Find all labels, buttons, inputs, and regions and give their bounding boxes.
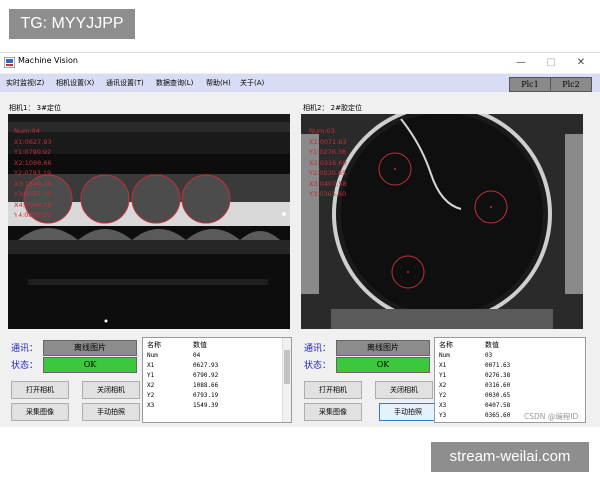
plc1-indicator[interactable]: Plc1 — [509, 77, 551, 92]
camera2-capture-button[interactable]: 采集图像 — [304, 403, 362, 421]
row-name: X1 — [439, 362, 447, 369]
camera2-open-button[interactable]: 打开相机 — [304, 381, 362, 399]
app-window: Machine Vision — □ ✕ 实时监视(Z) 相机设置(X) 通讯设… — [0, 52, 600, 427]
column-header-name: 名称 — [147, 341, 161, 349]
camera2-view: Num:03 X1:0071.63 Y1:0276.38 X2:0316.60 … — [301, 114, 583, 329]
column-header-value: 数值 — [193, 341, 207, 349]
row-name: Y2 — [147, 392, 155, 399]
row-value: 1088.66 — [193, 382, 219, 389]
camera1-table-scrollbar[interactable] — [282, 338, 291, 422]
camera2-close-button[interactable]: 关闭相机 — [375, 381, 433, 399]
camera1-close-button[interactable]: 关闭相机 — [82, 381, 140, 399]
row-value: 0365.60 — [485, 412, 511, 419]
row-name: Y3 — [439, 412, 447, 419]
overlay-line: X1:0627.93 — [14, 137, 52, 146]
scrollbar-thumb[interactable] — [284, 350, 290, 384]
menu-data-query[interactable]: 数据查询(L) — [156, 78, 193, 88]
row-value: 1549.39 — [193, 402, 219, 409]
camera1-capture-button[interactable]: 采集图像 — [11, 403, 69, 421]
overlay-line: Num:04 — [14, 127, 40, 135]
window-title: Machine Vision — [18, 56, 78, 65]
menu-camera-settings[interactable]: 相机设置(X) — [56, 78, 94, 88]
camera2-manual-shot-button[interactable]: 手动拍照 — [379, 403, 437, 421]
overlay-line: X2:0316.60 — [309, 158, 347, 167]
overlay-line: X3:1549.39 — [14, 179, 52, 188]
watermark-tag-top: TG: MYYJJPP — [9, 9, 135, 39]
overlay-line: Y4:0800.59 — [14, 211, 52, 219]
row-value: 0407.58 — [485, 402, 511, 409]
row-value: 0793.19 — [193, 392, 219, 399]
camera1-status-badge: OK — [43, 357, 137, 373]
overlay-line: Y2:0030.65 — [309, 169, 347, 177]
camera2-overlay: Num:03 X1:0071.63 Y1:0276.38 X2:0316.60 … — [309, 126, 347, 200]
overlay-line: Y1:0276.38 — [309, 148, 347, 156]
plc2-indicator[interactable]: Plc2 — [550, 77, 592, 92]
camera1-overlay: Num:04 X1:0627.93 Y1:0790.92 X2:1088.66 … — [14, 126, 52, 221]
camera2-comm-status: 离线图片 — [336, 340, 430, 356]
row-name: X2 — [147, 382, 155, 389]
row-value: 04 — [193, 352, 201, 359]
camera2-status-label: 状态： — [304, 361, 332, 371]
row-value: 0071.63 — [485, 362, 511, 369]
overlay-line: Y3:0795.39 — [14, 190, 52, 198]
camera1-comm-status: 离线图片 — [43, 340, 137, 356]
csdn-watermark: CSDN @编程ID — [524, 412, 579, 421]
row-name: Y2 — [439, 392, 447, 399]
overlay-line: X1:0071.63 — [309, 137, 347, 146]
camera1-view: Num:04 X1:0627.93 Y1:0790.92 X2:1088.66 … — [8, 114, 290, 329]
menu-bar: 实时监视(Z) 相机设置(X) 通讯设置(T) 数据查询(L) 帮助(H) 关于… — [0, 74, 600, 92]
overlay-line: X4:2008.19 — [14, 200, 52, 209]
row-value: 0790.92 — [193, 372, 219, 379]
overlay-line: Y1:0790.92 — [14, 148, 52, 156]
title-bar: Machine Vision — □ ✕ — [0, 53, 600, 73]
camera2-label: 相机2： 2#胶定位 — [303, 104, 362, 112]
menu-realtime-monitor[interactable]: 实时监视(Z) — [6, 78, 44, 88]
overlay-line: Y2:0793.19 — [14, 169, 52, 177]
menu-comm-settings[interactable]: 通讯设置(T) — [106, 78, 144, 88]
row-value: 0276.38 — [485, 372, 511, 379]
camera1-status-label: 状态： — [11, 361, 39, 371]
row-value: 0627.93 — [193, 362, 219, 369]
camera1-manual-shot-button[interactable]: 手动拍照 — [82, 403, 140, 421]
camera1-comm-label: 通讯： — [11, 344, 39, 354]
watermark-tag-bottom: stream-weilai.com — [431, 442, 589, 472]
row-value: 03 — [485, 352, 493, 359]
menu-help[interactable]: 帮助(H) — [206, 78, 231, 88]
camera1-open-button[interactable]: 打开相机 — [11, 381, 69, 399]
row-name: X3 — [147, 402, 155, 409]
row-name: X1 — [147, 362, 155, 369]
overlay-line: Y3:0365.60 — [309, 190, 347, 198]
close-button[interactable]: ✕ — [568, 55, 594, 71]
row-name: Y1 — [439, 372, 447, 379]
row-name: Num — [439, 352, 450, 359]
column-header-value: 数值 — [485, 341, 499, 349]
minimize-button[interactable]: — — [508, 55, 534, 71]
overlay-line: X3:0407.58 — [309, 179, 347, 188]
menu-about[interactable]: 关于(A) — [240, 78, 264, 88]
column-header-name: 名称 — [439, 341, 453, 349]
row-value: 0030.65 — [485, 392, 511, 399]
row-name: Y1 — [147, 372, 155, 379]
camera2-comm-label: 通讯： — [304, 344, 332, 354]
camera1-label: 相机1： 3#定位 — [9, 104, 61, 112]
camera1-data-table: 名称 数值 Num 04 X1 0627.93 Y1 0790.92 X2 10… — [142, 337, 292, 423]
camera2-status-badge: OK — [336, 357, 430, 373]
overlay-line: Num:03 — [309, 127, 335, 135]
maximize-button[interactable]: □ — [538, 55, 564, 71]
row-value: 0316.60 — [485, 382, 511, 389]
row-name: X3 — [439, 402, 447, 409]
app-icon — [4, 57, 15, 68]
row-name: Num — [147, 352, 158, 359]
row-name: X2 — [439, 382, 447, 389]
overlay-line: X2:1088.66 — [14, 158, 52, 167]
